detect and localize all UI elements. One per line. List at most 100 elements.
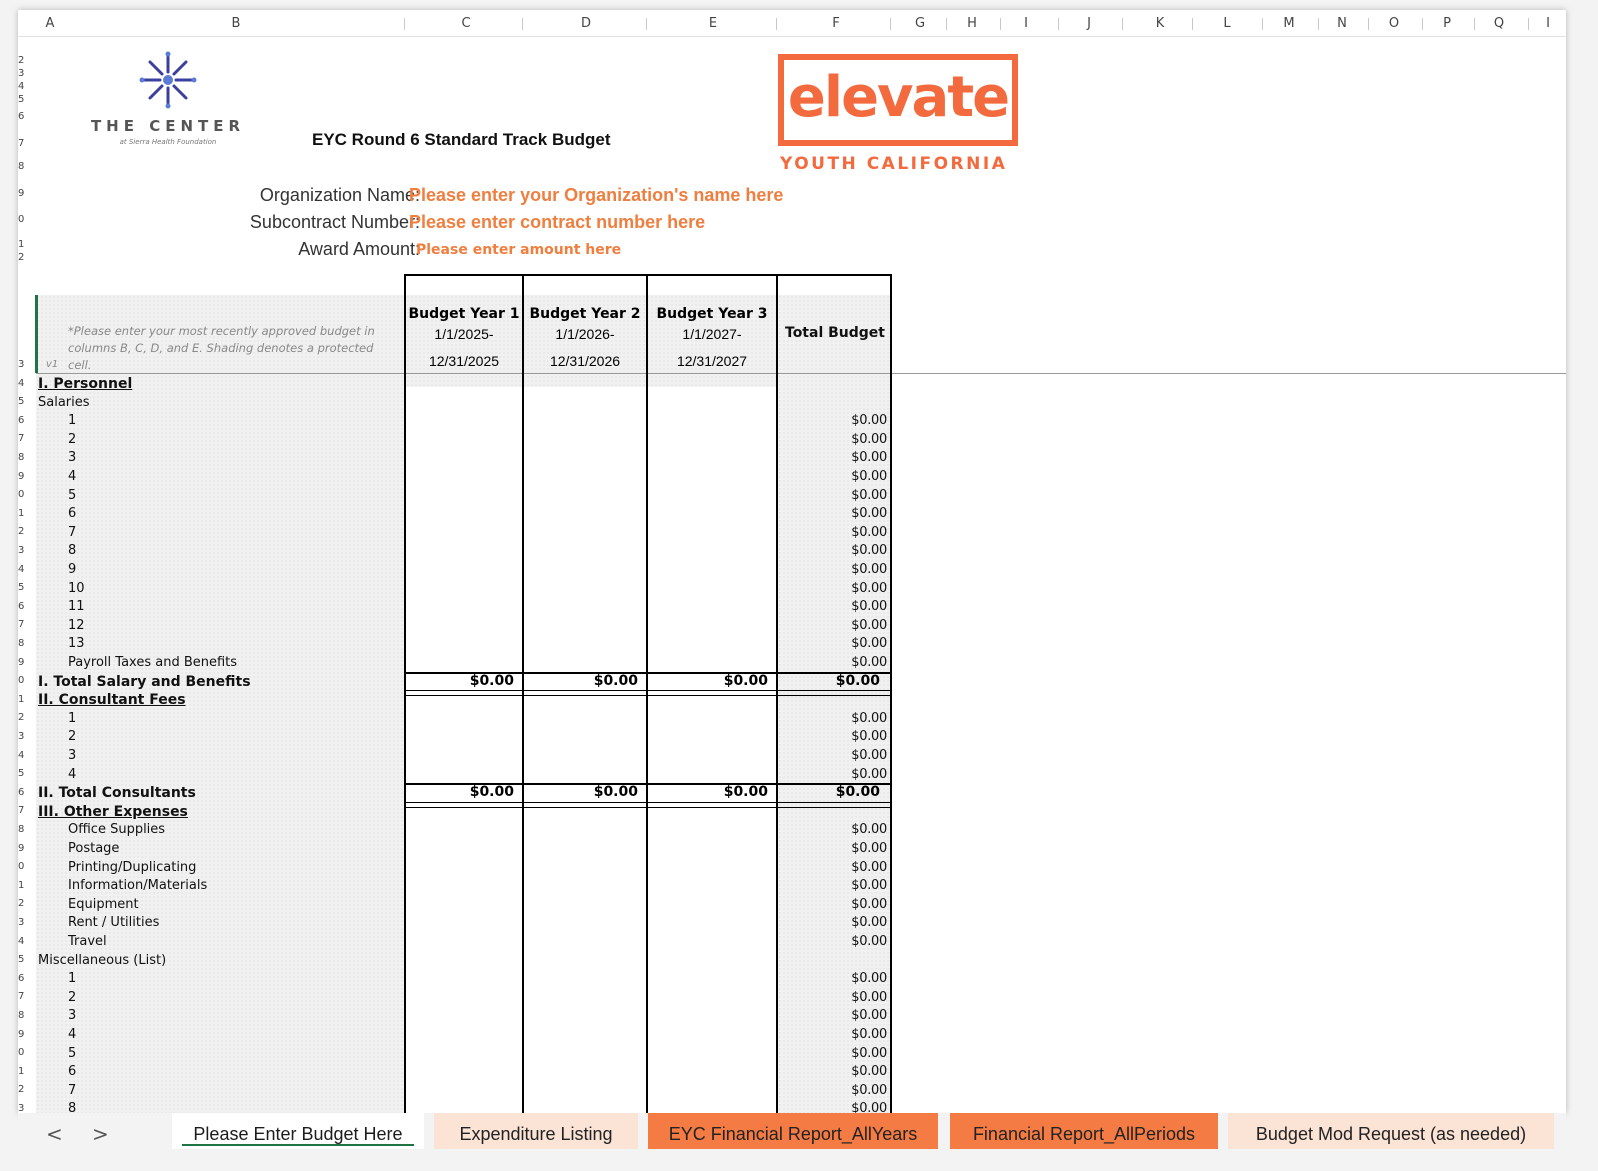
total-budget-cell: $0.00 <box>851 1082 887 1098</box>
column-header-13[interactable]: N <box>1332 10 1352 36</box>
total-budget-cell: $0.00 <box>851 524 887 540</box>
total-budget-cell: $0.00 <box>851 896 887 912</box>
tab-expenditure-listing[interactable]: Expenditure Listing <box>434 1113 638 1149</box>
row-number[interactable]: 3 <box>18 1103 30 1113</box>
tab-budget-mod-request[interactable]: Budget Mod Request (as needed) <box>1228 1113 1554 1149</box>
row-number[interactable]: 5 <box>18 768 30 779</box>
row-number[interactable]: 8 <box>18 638 30 649</box>
total-consultants-label: II. Total Consultants <box>38 785 196 802</box>
row-number[interactable]: 4 <box>18 378 30 389</box>
column-header-5[interactable]: F <box>826 10 846 36</box>
row-number[interactable]: 8 <box>18 824 30 835</box>
row-number[interactable]: 3 <box>18 359 30 370</box>
row-number[interactable]: 4 <box>18 81 30 92</box>
award-input[interactable]: Please enter amount here <box>416 242 621 258</box>
row-number[interactable]: 0 <box>18 861 30 872</box>
row-number[interactable]: 2 <box>18 55 30 66</box>
tab-eyc-financial-report[interactable]: EYC Financial Report_AllYears <box>648 1113 938 1149</box>
row-number[interactable]: 1 <box>18 694 30 705</box>
total-consultants-value: $0.00 <box>593 784 638 801</box>
spreadsheet[interactable]: ABCDEFGHIJKLMNOPQI 234567890123456789012… <box>18 10 1566 1113</box>
row-number[interactable]: 9 <box>18 188 30 199</box>
column-header-9[interactable]: J <box>1079 10 1099 36</box>
row-number[interactable]: 1 <box>18 239 30 250</box>
row-number[interactable]: 2 <box>18 252 30 263</box>
row-number[interactable]: 3 <box>18 68 30 79</box>
budget-year-2-end: 12/31/2026 <box>549 353 621 369</box>
tab-financial-report-allperiods[interactable]: Financial Report_AllPeriods <box>950 1113 1218 1149</box>
total-budget-cell: $0.00 <box>851 599 887 615</box>
row-number[interactable]: 4 <box>18 564 30 575</box>
row-number[interactable]: 8 <box>18 161 30 172</box>
the-center-emblem-icon <box>139 51 197 109</box>
total-budget-cell: $0.00 <box>851 1008 887 1024</box>
row-number[interactable]: 0 <box>18 489 30 500</box>
row-number[interactable]: 0 <box>18 1047 30 1058</box>
row-number[interactable]: 0 <box>18 675 30 686</box>
row-number[interactable]: 5 <box>18 94 30 105</box>
column-header-14[interactable]: O <box>1384 10 1404 36</box>
row-number[interactable]: 9 <box>18 843 30 854</box>
row-number[interactable]: 9 <box>18 657 30 668</box>
total-budget-cell: $0.00 <box>851 748 887 763</box>
column-header-17[interactable]: I <box>1538 10 1558 36</box>
row-number[interactable]: 6 <box>18 415 30 426</box>
column-header-1[interactable]: B <box>226 10 246 36</box>
row-number[interactable]: 2 <box>18 1084 30 1095</box>
row-number[interactable]: 1 <box>18 880 30 891</box>
row-number[interactable]: 5 <box>18 582 30 593</box>
column-header-15[interactable]: P <box>1437 10 1457 36</box>
total-budget-cell: $0.00 <box>851 1101 887 1113</box>
row-number[interactable]: 9 <box>18 1029 30 1040</box>
column-header-12[interactable]: M <box>1279 10 1299 36</box>
column-header-3[interactable]: D <box>576 10 596 36</box>
row-number[interactable]: 7 <box>18 991 30 1002</box>
column-header-11[interactable]: L <box>1217 10 1237 36</box>
row-number[interactable]: 2 <box>18 526 30 537</box>
column-header-4[interactable]: E <box>703 10 723 36</box>
column-separator <box>1528 18 1529 30</box>
row-number[interactable]: 7 <box>18 619 30 630</box>
subcontract-input[interactable]: Please enter contract number here <box>409 212 705 233</box>
tab-scroll-next-icon[interactable]: > <box>92 1122 109 1146</box>
row-number[interactable]: 9 <box>18 471 30 482</box>
row-number[interactable]: 0 <box>18 214 30 225</box>
row-number[interactable]: 3 <box>18 917 30 928</box>
salary-line-label: 6 <box>68 506 77 522</box>
budget-title: EYC Round 6 Standard Track Budget <box>312 130 611 149</box>
total-budget-header: Total Budget <box>785 325 885 341</box>
org-name-input[interactable]: Please enter your Organization's name he… <box>409 185 783 206</box>
column-header-bar: ABCDEFGHIJKLMNOPQI <box>18 10 1566 37</box>
column-header-0[interactable]: A <box>40 10 60 36</box>
row-number[interactable]: 6 <box>18 787 30 798</box>
column-separator <box>1192 18 1193 30</box>
column-header-7[interactable]: H <box>962 10 982 36</box>
row-number[interactable]: 3 <box>18 545 30 556</box>
row-number[interactable]: 1 <box>18 1066 30 1077</box>
salary-line-label: 2 <box>68 431 77 447</box>
row-number[interactable]: 6 <box>18 111 30 122</box>
row-number[interactable]: 5 <box>18 396 30 407</box>
row-number[interactable]: 3 <box>18 731 30 742</box>
row-number[interactable]: 2 <box>18 712 30 723</box>
row-number[interactable]: 1 <box>18 508 30 519</box>
row-number[interactable]: 4 <box>18 750 30 761</box>
row-number[interactable]: 4 <box>18 936 30 947</box>
column-header-10[interactable]: K <box>1150 10 1170 36</box>
row-number[interactable]: 5 <box>18 954 30 965</box>
column-header-6[interactable]: G <box>910 10 930 36</box>
row-number[interactable]: 7 <box>18 433 30 444</box>
column-header-16[interactable]: Q <box>1489 10 1509 36</box>
tab-scroll-prev-icon[interactable]: < <box>46 1122 63 1146</box>
row-number[interactable]: 6 <box>18 601 30 612</box>
row-number[interactable]: 8 <box>18 1010 30 1021</box>
column-header-8[interactable]: I <box>1016 10 1036 36</box>
row-number[interactable]: 7 <box>18 805 30 816</box>
column-header-2[interactable]: C <box>456 10 476 36</box>
row-number[interactable]: 6 <box>18 973 30 984</box>
consultant-line-label: 3 <box>68 748 77 763</box>
elevate-logo: elevate YOUTH CALIFORNIA <box>778 54 1018 174</box>
row-number[interactable]: 8 <box>18 452 30 463</box>
row-number[interactable]: 2 <box>18 898 30 909</box>
row-number[interactable]: 7 <box>18 138 30 149</box>
